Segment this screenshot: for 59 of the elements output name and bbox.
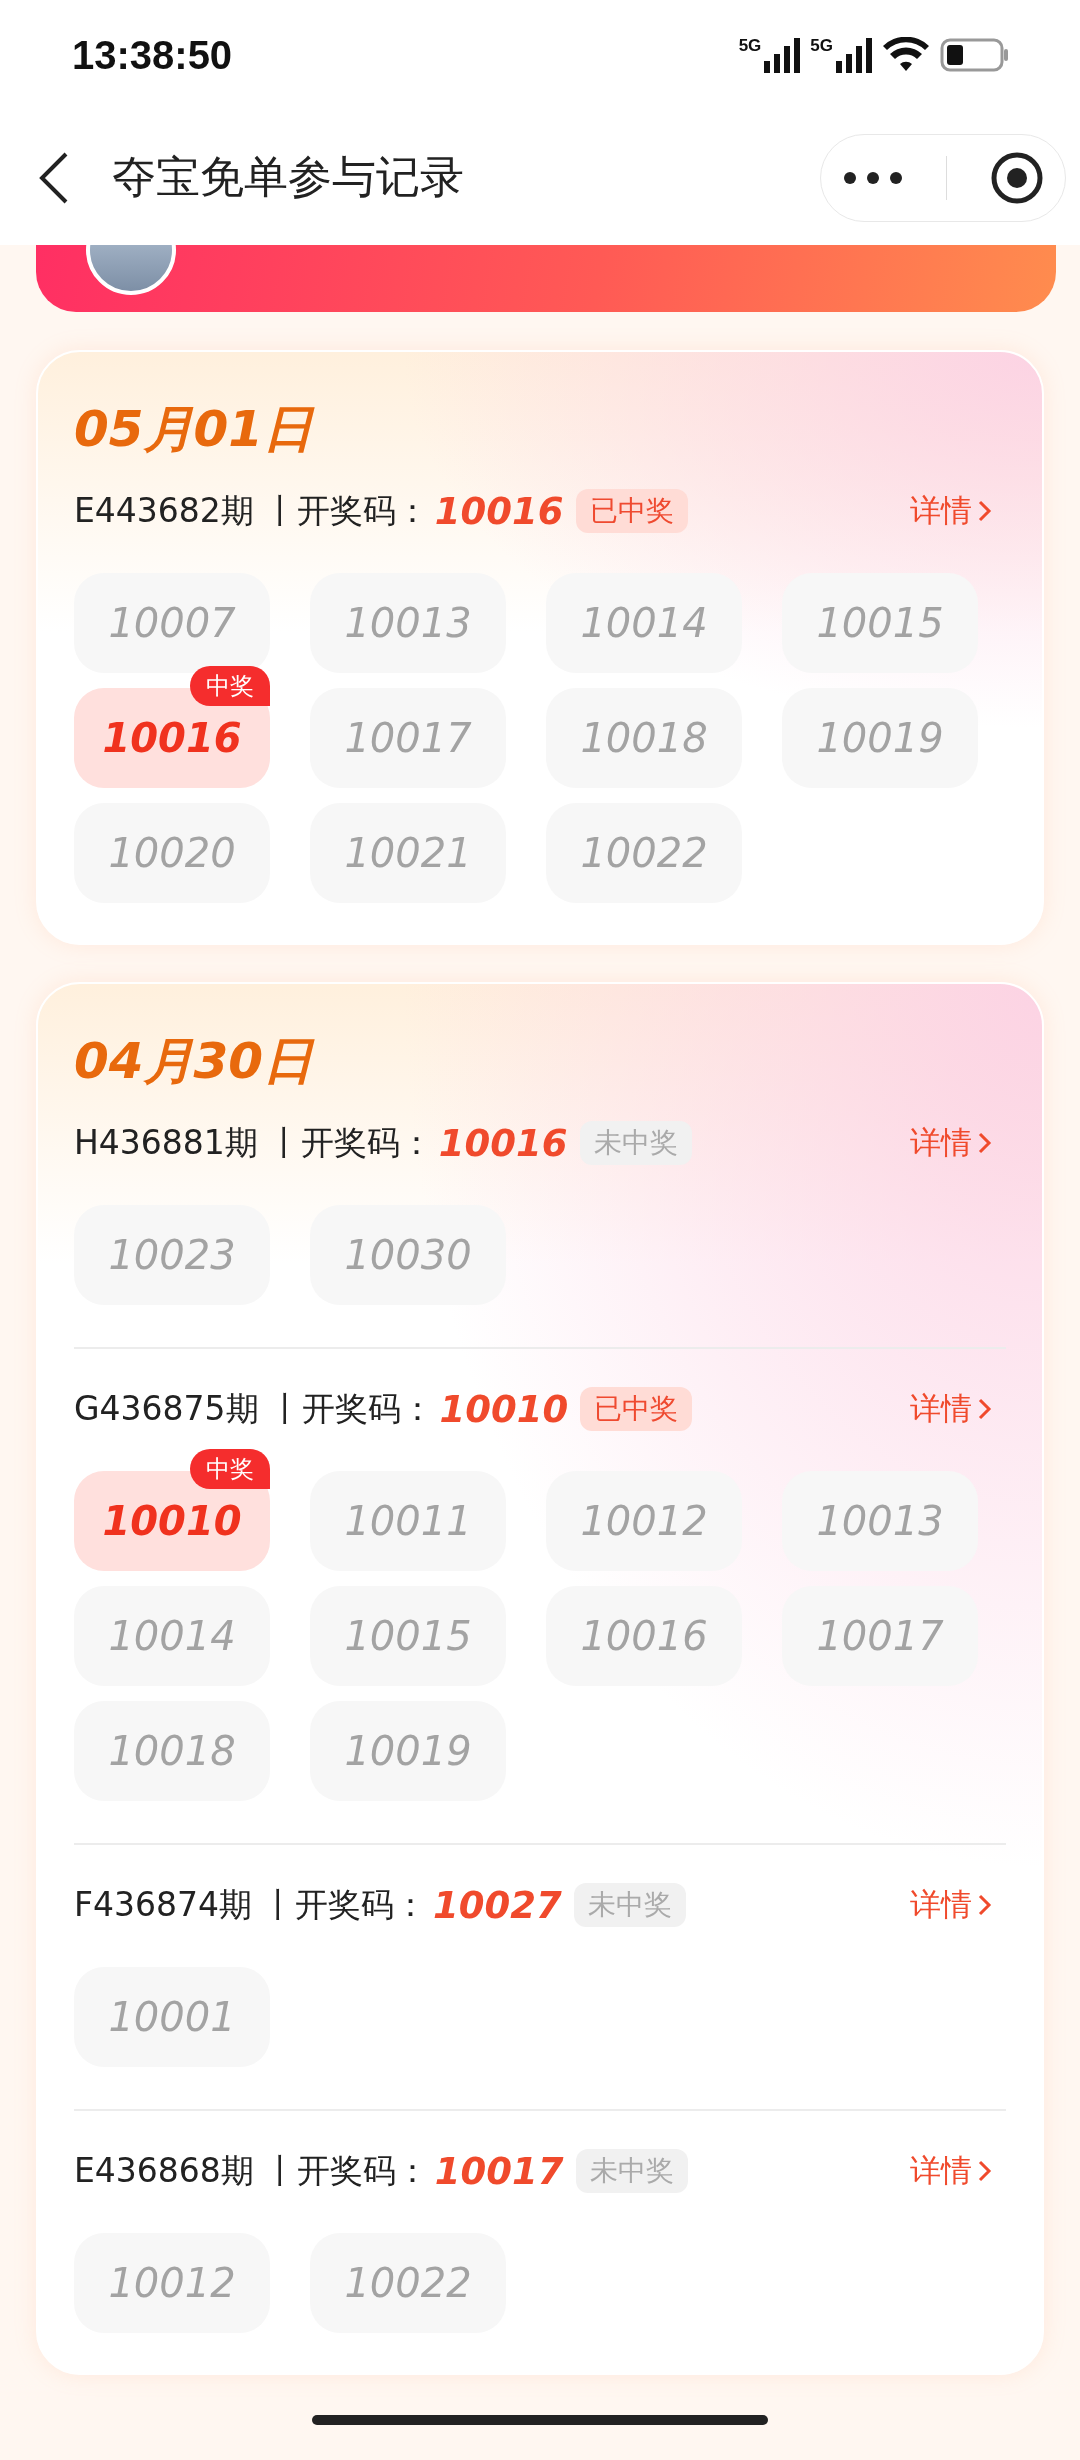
ticket-number: 10001 [108, 1994, 236, 2040]
detail-link[interactable]: 详情 [910, 2150, 992, 2192]
ticket-number: 10023 [108, 1232, 236, 1278]
detail-link[interactable]: 详情 [910, 1884, 992, 1926]
ticket-number: 10017 [344, 715, 472, 761]
draw-code: 10010 [439, 1387, 569, 1431]
winning-badge: 中奖 [190, 666, 270, 706]
date-heading: 05月01日 [74, 399, 314, 460]
draw-code-label: 丨开奖码： [268, 1387, 434, 1430]
draw-code: 10016 [438, 1121, 568, 1165]
period-number: G436875期 [74, 1387, 259, 1430]
ticket-number: 10007 [108, 600, 236, 646]
ticket-number: 10012 [580, 1498, 708, 1544]
detail-link[interactable]: 详情 [910, 1388, 992, 1430]
ticket-number: 10020 [108, 830, 236, 876]
ticket-number: 10016 [102, 715, 242, 761]
page-title: 夺宝免单参与记录 [112, 150, 465, 204]
detail-link[interactable]: 详情 [910, 490, 992, 532]
ticket-number: 10015 [344, 1613, 472, 1659]
period-number: E443682期 [74, 489, 254, 532]
draw-code: 10016 [434, 489, 564, 533]
ticket-number: 10019 [816, 715, 944, 761]
draw-code-label: 丨开奖码： [261, 1883, 427, 1926]
draw-code-label: 丨开奖码： [263, 2149, 429, 2192]
draw-code-label: 丨开奖码： [263, 489, 429, 532]
status-tag: 未中奖 [579, 1121, 692, 1165]
ticket-number: 10013 [816, 1498, 944, 1544]
draw-code: 10027 [432, 1883, 562, 1927]
status-tag: 已中奖 [575, 489, 688, 533]
draw-code-label: 丨开奖码： [267, 1121, 433, 1164]
status-tag: 未中奖 [573, 1883, 686, 1927]
winning-badge: 中奖 [190, 1449, 270, 1489]
ticket-number: 10015 [816, 600, 944, 646]
ticket-number: 10022 [580, 830, 708, 876]
status-tag: 未中奖 [575, 2149, 688, 2193]
ticket-number: 10017 [816, 1613, 944, 1659]
period-number: E436868期 [74, 2149, 254, 2192]
ticket-number: 10010 [102, 1498, 242, 1544]
network-type: 5G [738, 37, 762, 55]
ticket-number: 10013 [344, 600, 472, 646]
period-number: F436874期 [74, 1883, 252, 1926]
ticket-number: 10016 [580, 1613, 708, 1659]
period-number: H436881期 [74, 1121, 258, 1164]
network-type: 5G [810, 37, 833, 55]
status-time: 13:38:50 [72, 32, 233, 78]
status-tag: 已中奖 [580, 1387, 693, 1431]
ticket-number: 10018 [580, 715, 708, 761]
ticket-number: 10011 [344, 1498, 472, 1544]
detail-link[interactable]: 详情 [910, 1122, 992, 1164]
ticket-number: 10022 [344, 2260, 472, 2306]
ticket-number: 10018 [108, 1728, 236, 1774]
draw-code: 10017 [434, 2149, 564, 2193]
ticket-number: 10021 [344, 830, 472, 876]
ticket-number: 10014 [108, 1613, 236, 1659]
ticket-number: 10030 [344, 1232, 472, 1278]
ticket-number: 10014 [580, 600, 708, 646]
ticket-number: 10012 [108, 2260, 236, 2306]
date-heading: 04月30日 [74, 1031, 314, 1092]
ticket-number: 10019 [344, 1728, 472, 1774]
